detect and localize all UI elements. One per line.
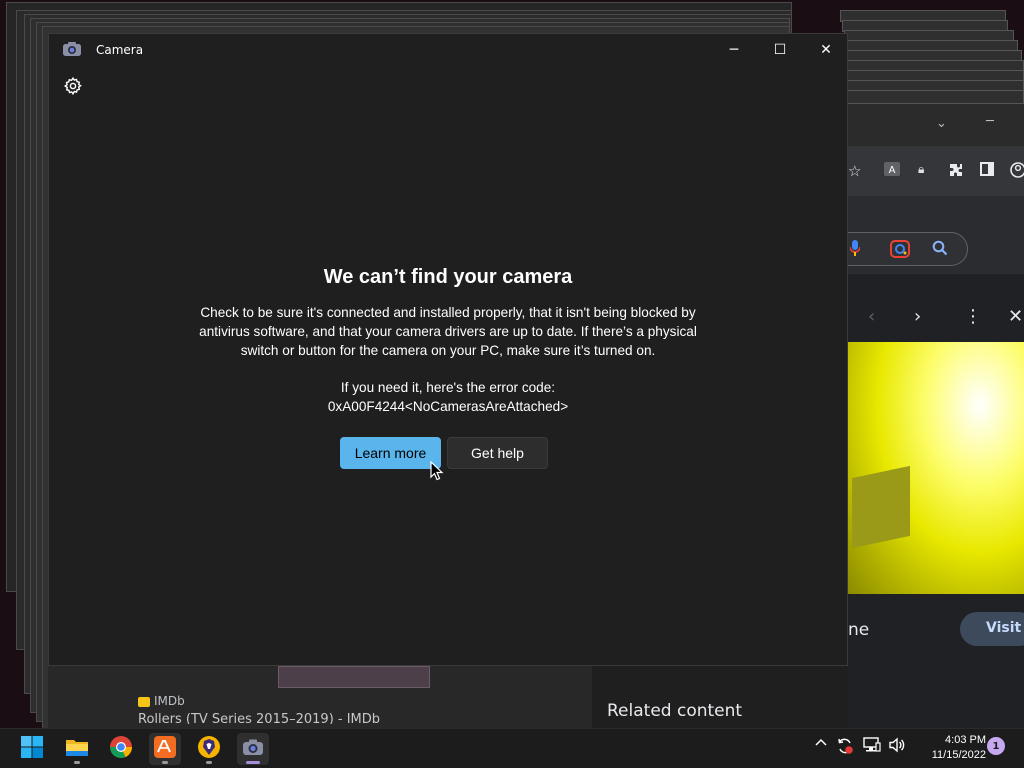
- sync-icon[interactable]: [836, 737, 854, 759]
- chevron-right-icon[interactable]: ›: [914, 306, 921, 327]
- taskbar-file-explorer[interactable]: [61, 733, 93, 765]
- camera-app-icon: [62, 41, 82, 57]
- minimize-button[interactable]: ─: [711, 34, 757, 66]
- chevron-left-icon[interactable]: ‹: [868, 306, 875, 327]
- error-code-block: If you need it, here's the error code: 0…: [49, 378, 847, 416]
- close-icon: ✕: [820, 42, 832, 58]
- translate-icon[interactable]: A: [884, 162, 900, 180]
- maximize-button[interactable]: ☐: [757, 34, 803, 66]
- error-title: We can’t find your camera: [323, 266, 573, 288]
- minimize-icon[interactable]: ─: [986, 114, 994, 129]
- taskbar-illustrator[interactable]: [149, 733, 181, 765]
- sidepanel-icon[interactable]: [980, 162, 994, 180]
- chrome-toolbar: [848, 146, 1024, 196]
- imdb-favicon-icon: [138, 697, 150, 707]
- taskbar: 4:03 PM 11/15/2022 1: [0, 728, 1024, 768]
- brave-icon: [197, 735, 221, 763]
- ai-icon: [153, 735, 177, 763]
- svg-text:A: A: [889, 165, 896, 176]
- visit-button[interactable]: Visit: [960, 612, 1024, 646]
- gear-icon[interactable]: [63, 76, 83, 96]
- folder-icon: [65, 737, 89, 761]
- more-options-icon[interactable]: ⋮: [964, 306, 982, 327]
- chevron-up-icon[interactable]: [814, 736, 828, 754]
- lock-icon[interactable]: 🔒︎: [918, 162, 924, 177]
- result-thumbnail[interactable]: [278, 666, 430, 688]
- background-window-edge: [846, 90, 1024, 104]
- taskbar-camera[interactable]: [237, 733, 269, 765]
- preview-image[interactable]: [848, 342, 1024, 594]
- learn-more-button[interactable]: Learn more: [340, 437, 441, 469]
- chrome-icon: [109, 735, 133, 763]
- camera-titlebar[interactable]: Camera ─ ☐ ✕: [49, 34, 847, 66]
- microphone-icon[interactable]: [849, 240, 861, 260]
- maximize-icon: ☐: [773, 42, 787, 58]
- result-title[interactable]: ne: [848, 620, 869, 640]
- camera-icon: [242, 738, 264, 760]
- taskbar-chrome[interactable]: [105, 733, 137, 765]
- error-code-intro: If you need it, here's the error code:: [340, 380, 556, 395]
- mouse-cursor-icon: [430, 460, 444, 481]
- running-indicator: [206, 761, 212, 764]
- extensions-icon[interactable]: [948, 162, 964, 182]
- profile-icon[interactable]: [1010, 162, 1024, 182]
- active-app-indicator: [246, 761, 260, 764]
- google-lens-icon[interactable]: [890, 240, 910, 262]
- star-icon[interactable]: ☆: [848, 162, 861, 180]
- windows-start-icon: [20, 735, 44, 763]
- taskbar-brave[interactable]: [193, 733, 225, 765]
- start-button[interactable]: [16, 733, 48, 765]
- running-indicator: [162, 761, 168, 764]
- chevron-down-icon[interactable]: ⌄: [936, 116, 947, 131]
- running-indicator: [74, 761, 80, 764]
- clock-date[interactable]: 11/15/2022: [912, 749, 986, 761]
- volume-icon[interactable]: [888, 737, 906, 757]
- search-icon[interactable]: [932, 240, 948, 260]
- window-title: Camera: [96, 43, 144, 57]
- close-button[interactable]: ✕: [803, 34, 849, 66]
- minimize-icon: ─: [729, 42, 739, 58]
- error-description: Check to be sure it's connected and inst…: [199, 305, 697, 358]
- related-content-heading: Related content: [607, 701, 743, 721]
- network-icon[interactable]: [863, 737, 881, 757]
- error-code: 0xA00F4244<NoCamerasAreAttached>: [327, 399, 569, 414]
- result-link[interactable]: Rollers (TV Series 2015–2019) - IMDb: [138, 712, 380, 724]
- camera-window[interactable]: Camera ─ ☐ ✕ We can’t find your camera C…: [48, 33, 848, 666]
- close-icon[interactable]: ✕: [1008, 306, 1023, 327]
- get-help-button[interactable]: Get help: [447, 437, 548, 469]
- clock-time[interactable]: 4:03 PM: [920, 734, 986, 746]
- image-shape: [852, 465, 910, 549]
- result-source[interactable]: IMDb: [154, 694, 185, 708]
- notification-badge[interactable]: 1: [987, 737, 1005, 755]
- chrome-window[interactable]: ⌄ ─ ☆ A 🔒︎ ‹ › ⋮ ✕ ne Visit more: [810, 104, 1024, 728]
